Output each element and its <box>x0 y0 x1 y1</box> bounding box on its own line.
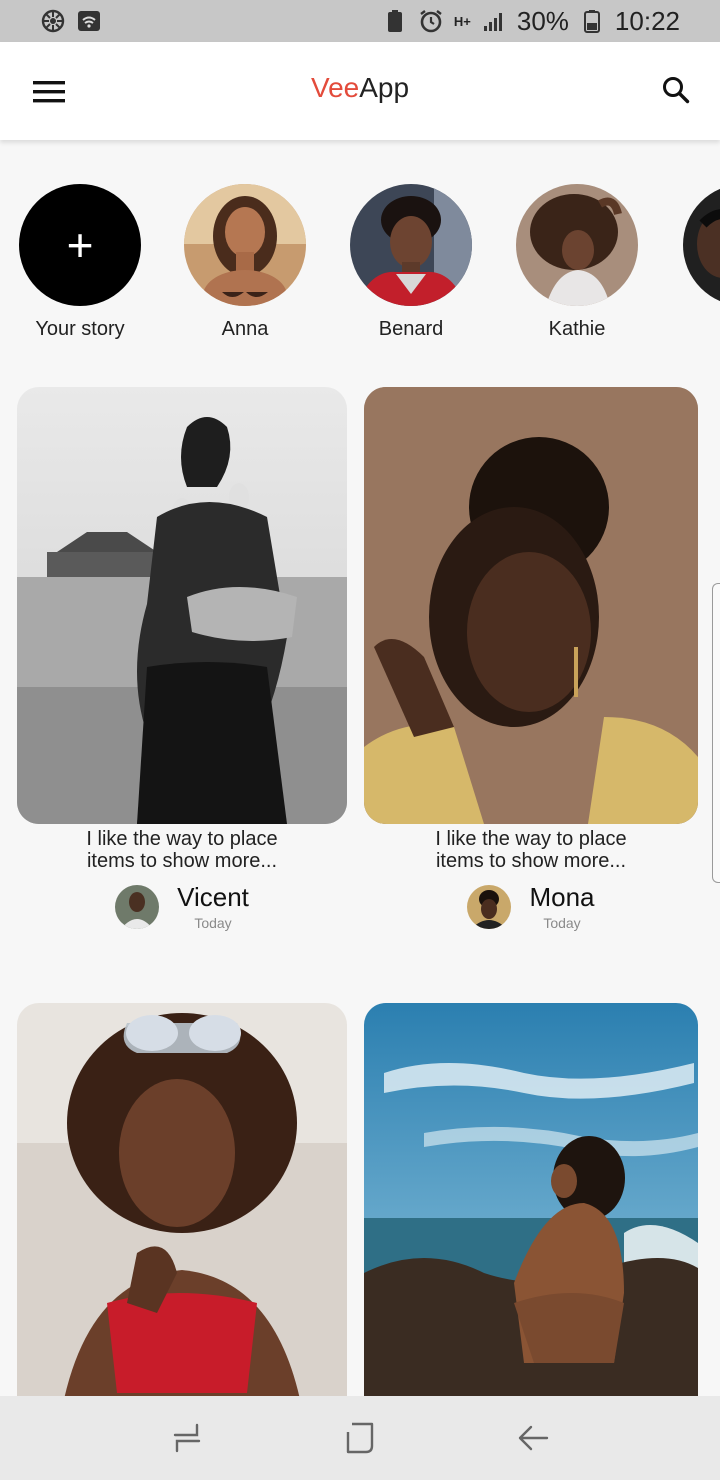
add-story-button[interactable]: + <box>19 184 141 306</box>
back-button[interactable] <box>509 1414 557 1462</box>
home-icon <box>346 1422 374 1454</box>
battery-saver-icon <box>382 8 408 34</box>
system-navigation-bar <box>0 1396 720 1480</box>
post-card[interactable]: I like the way to place items to show mo… <box>364 387 698 931</box>
app-title-part2: App <box>359 72 410 103</box>
story-avatar <box>184 184 306 306</box>
post-time: Today <box>543 915 581 931</box>
post-card[interactable] <box>364 1003 698 1440</box>
recent-apps-icon <box>173 1423 200 1453</box>
post-caption: I like the way to place items to show mo… <box>86 828 278 872</box>
post-author[interactable]: Mona Today <box>364 882 698 931</box>
alarm-icon <box>418 8 444 34</box>
edge-panel-handle[interactable] <box>712 583 720 883</box>
clock: 10:22 <box>614 5 680 36</box>
post-photo[interactable] <box>17 1003 347 1440</box>
author-name: Mona <box>529 882 595 912</box>
story-anna[interactable]: Anna <box>183 184 307 341</box>
post-photo[interactable] <box>364 387 698 824</box>
app-notification-icon <box>40 8 66 34</box>
app-title: VeeApp <box>0 72 720 104</box>
post-caption: I like the way to place items to show mo… <box>435 828 627 872</box>
status-bar: H+ 30% 10:22 <box>0 0 720 42</box>
story-label: Kathie <box>548 318 606 340</box>
app-title-part1: Vee <box>310 72 360 103</box>
post-time: Today <box>194 915 232 931</box>
stories-row: + Your story Anna Benard Kathie <box>0 184 720 354</box>
back-icon <box>519 1425 549 1451</box>
story-benard[interactable]: Benard <box>349 184 473 341</box>
story-label: Anna <box>221 318 269 340</box>
story-avatar <box>516 184 638 306</box>
plus-icon: + <box>66 219 94 271</box>
signal-icon <box>481 8 507 34</box>
post-author[interactable]: Vicent Today <box>17 882 347 931</box>
network-type: H+ <box>453 13 471 29</box>
home-button[interactable] <box>336 1414 384 1462</box>
author-avatar[interactable] <box>467 884 512 929</box>
story-label: Your story <box>35 318 125 340</box>
search-button[interactable] <box>656 70 696 110</box>
wifi-notification-icon <box>76 8 102 34</box>
app-bar: VeeApp <box>0 42 720 140</box>
battery-percent: 30% <box>516 5 569 36</box>
story-label: Benard <box>378 318 444 340</box>
story-avatar <box>683 184 720 306</box>
author-avatar[interactable] <box>115 884 160 929</box>
story-partial[interactable] <box>682 184 720 318</box>
story-avatar <box>350 184 472 306</box>
post-card[interactable] <box>17 1003 347 1440</box>
story-kathie[interactable]: Kathie <box>515 184 639 341</box>
author-name: Vicent <box>177 882 249 912</box>
post-photo[interactable] <box>17 387 347 824</box>
story-your-story[interactable]: + Your story <box>18 184 142 341</box>
recent-apps-button[interactable] <box>163 1414 211 1462</box>
search-icon <box>663 77 690 104</box>
post-card[interactable]: I like the way to place items to show mo… <box>17 387 347 931</box>
battery-icon <box>579 8 605 34</box>
post-photo[interactable] <box>364 1003 698 1440</box>
